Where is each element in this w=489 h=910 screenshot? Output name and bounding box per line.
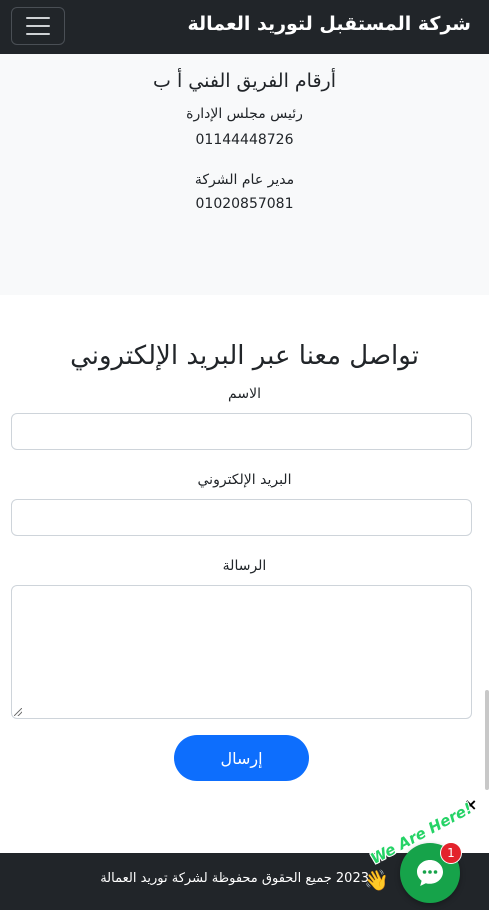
resize-handle-icon[interactable] [14, 708, 22, 716]
phones-title: أرقام الفريق الفني أ ب [153, 70, 336, 92]
waving-hand-icon: 👋 [364, 868, 389, 892]
hamburger-line [26, 17, 50, 19]
email-input[interactable] [11, 499, 472, 536]
hamburger-line [26, 33, 50, 35]
copyright-text: 2023 جميع الحقوق محفوظة لشركة توريد العم… [100, 871, 369, 886]
chat-bubble-icon [417, 860, 443, 886]
send-button[interactable]: إرسال [174, 735, 309, 781]
hamburger-line [26, 25, 50, 27]
contact-number[interactable]: 01020857081 [0, 196, 489, 212]
top-navbar: شركة المستقبل لتوريد العمالة [0, 0, 489, 54]
brand-title[interactable]: شركة المستقبل لتوريد العمالة [187, 13, 471, 35]
contact-number[interactable]: 01144448726 [0, 132, 489, 148]
name-label: الاسم [228, 386, 261, 402]
team-phones-section: أرقام الفريق الفني أ ب رئيس مجلس الإدارة… [0, 54, 489, 295]
contact-form-section: تواصل معنا عبر البريد الإلكتروني الاسم ا… [0, 295, 489, 853]
page-scrollbar[interactable] [485, 690, 489, 790]
unread-count-badge: 1 [440, 842, 462, 864]
menu-toggle-button[interactable] [11, 7, 65, 45]
contact-role: رئيس مجلس الإدارة [186, 106, 303, 122]
message-label: الرسالة [222, 558, 267, 574]
contact-role: مدير عام الشركة [194, 172, 295, 188]
email-label: البريد الإلكتروني [197, 472, 292, 488]
name-input[interactable] [11, 413, 472, 450]
contact-form-title: تواصل معنا عبر البريد الإلكتروني [70, 341, 419, 371]
message-textarea[interactable] [11, 585, 472, 719]
